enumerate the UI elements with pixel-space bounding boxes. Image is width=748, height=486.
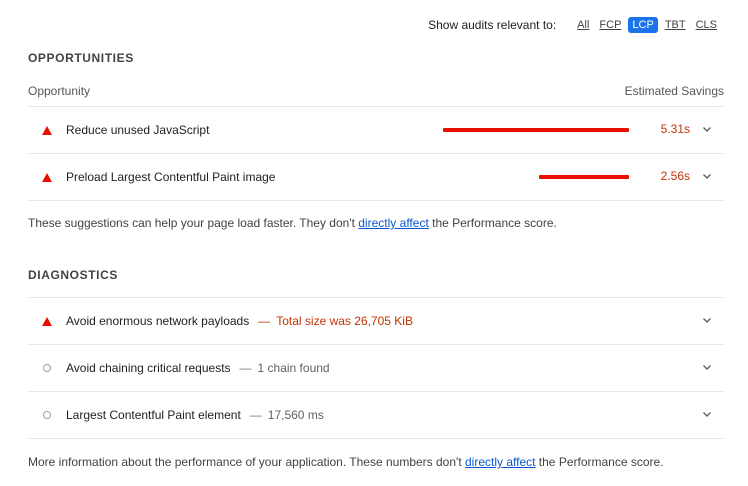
diagnostic-title: Avoid enormous network payloads xyxy=(66,314,250,328)
opportunities-table-header: Opportunity Estimated Savings xyxy=(28,84,724,107)
separator: — xyxy=(258,314,271,328)
directly-affect-link[interactable]: directly affect xyxy=(465,455,535,469)
filter-chip-cls[interactable]: CLS xyxy=(693,17,720,33)
separator: — xyxy=(239,361,252,375)
chevron-down-icon[interactable] xyxy=(701,361,713,373)
savings-value: 2.56s xyxy=(660,169,690,183)
chevron-down-icon[interactable] xyxy=(701,170,713,182)
separator: — xyxy=(249,408,262,422)
savings-bar xyxy=(539,175,629,179)
opportunities-note: These suggestions can help your page loa… xyxy=(28,216,557,230)
note-text: These suggestions can help your page loa… xyxy=(28,216,359,230)
diagnostic-row-critical-requests[interactable]: Avoid chaining critical requests — 1 cha… xyxy=(28,345,724,392)
diagnostics-title: DIAGNOSTICS xyxy=(28,268,118,282)
filter-label: Show audits relevant to: xyxy=(428,18,557,32)
diagnostic-display-value: Total size was 26,705 KiB xyxy=(276,314,413,328)
diagnostic-display-value: 17,560 ms xyxy=(267,408,324,422)
opportunity-column-header: Opportunity xyxy=(28,84,91,98)
opportunities-title: OPPORTUNITIES xyxy=(28,51,134,65)
savings-bar-fill xyxy=(539,175,629,179)
filter-chip-fcp[interactable]: FCP xyxy=(596,17,624,33)
savings-value: 5.31s xyxy=(660,122,690,136)
diagnostic-display-value: 1 chain found xyxy=(257,361,330,375)
audit-filter-bar: Show audits relevant to: All FCP LCP TBT… xyxy=(428,17,720,33)
info-circle-icon xyxy=(41,411,53,419)
savings-bar-fill xyxy=(443,128,629,132)
note-text: the Performance score. xyxy=(535,455,664,469)
note-text: More information about the performance o… xyxy=(28,455,465,469)
chevron-down-icon[interactable] xyxy=(701,408,713,420)
fail-triangle-icon xyxy=(41,316,53,326)
diagnostic-row-lcp-element[interactable]: Largest Contentful Paint element — 17,56… xyxy=(28,392,724,439)
savings-bar xyxy=(443,128,629,132)
filter-chip-lcp[interactable]: LCP xyxy=(628,17,658,33)
filter-chip-tbt[interactable]: TBT xyxy=(662,17,689,33)
estimated-savings-column-header: Estimated Savings xyxy=(624,84,724,98)
directly-affect-link[interactable]: directly affect xyxy=(358,216,428,230)
chevron-down-icon[interactable] xyxy=(701,314,713,326)
opportunity-title: Preload Largest Contentful Paint image xyxy=(66,170,276,184)
fail-triangle-icon xyxy=(41,172,53,182)
opportunity-title: Reduce unused JavaScript xyxy=(66,123,210,137)
filter-chip-all[interactable]: All xyxy=(574,17,592,33)
fail-triangle-icon xyxy=(41,125,53,135)
diagnostics-note: More information about the performance o… xyxy=(28,455,664,469)
chevron-down-icon[interactable] xyxy=(701,123,713,135)
info-circle-icon xyxy=(41,364,53,372)
diagnostic-title: Avoid chaining critical requests xyxy=(66,361,231,375)
opportunity-row-preload-lcp[interactable]: Preload Largest Contentful Paint image 2… xyxy=(28,154,724,201)
note-text: the Performance score. xyxy=(428,216,557,230)
opportunity-row-unused-js[interactable]: Reduce unused JavaScript 5.31s xyxy=(28,107,724,154)
diagnostic-title: Largest Contentful Paint element xyxy=(66,408,241,422)
diagnostic-row-network-payloads[interactable]: Avoid enormous network payloads — Total … xyxy=(28,298,724,345)
